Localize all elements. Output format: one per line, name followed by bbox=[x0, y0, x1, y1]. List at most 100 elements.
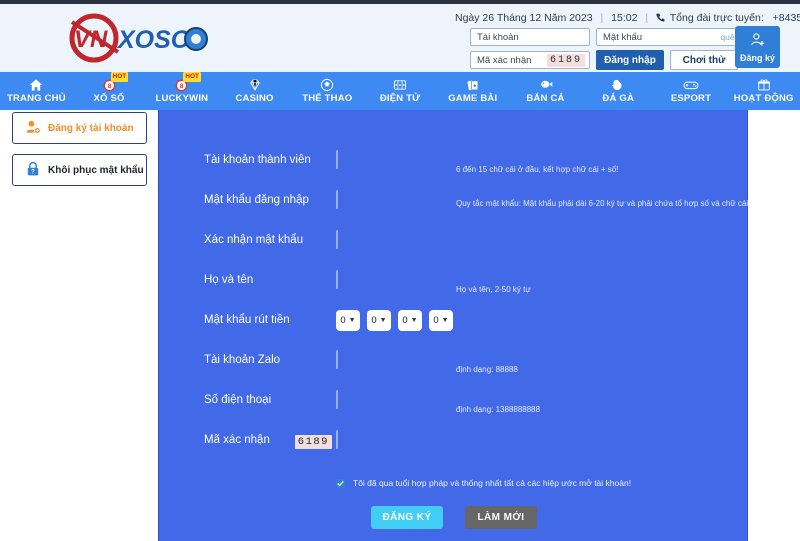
main-navigation: TRANG CHỦ HOT 8 XỔ SỐ HOT 8 LUCKYWIN CAS… bbox=[0, 72, 800, 110]
form-label: Tài khoản thành viên bbox=[204, 154, 311, 166]
site-logo[interactable]: VN XOSO bbox=[60, 12, 220, 64]
header-register-label: Đăng ký bbox=[739, 52, 775, 63]
header-info-bar: Ngày 26 Tháng 12 Năm 2023 | 15:02 | Tổng… bbox=[455, 12, 800, 24]
current-time: 15:02 bbox=[611, 12, 638, 24]
pin-digit-value: 0 bbox=[433, 314, 439, 326]
svg-text:VN: VN bbox=[74, 26, 108, 53]
username-input[interactable] bbox=[336, 150, 338, 169]
captcha-input[interactable]: 6189 bbox=[294, 430, 338, 449]
nav-item-casino[interactable]: CASINO bbox=[218, 72, 291, 110]
nav-item-luckywin[interactable]: HOT 8 LUCKYWIN bbox=[145, 72, 218, 110]
page-root: VN XOSO Ngày 26 Tháng 12 Năm 2023 | 15:0… bbox=[0, 0, 800, 541]
submit-register-button[interactable]: ĐĂNG KÝ bbox=[371, 506, 443, 529]
form-label: Họ và tên bbox=[204, 274, 254, 286]
nav-item-the-thao[interactable]: THỂ THAO bbox=[291, 72, 364, 110]
captcha-image[interactable]: 6189 bbox=[294, 435, 332, 449]
nav-item-esport[interactable]: ESPORT bbox=[655, 72, 728, 110]
nav-item-ban-ca[interactable]: BẮN CÁ bbox=[509, 72, 582, 110]
pin-digit-select-3[interactable]: 0 ▼ bbox=[398, 309, 422, 331]
rooster-icon bbox=[611, 78, 625, 92]
nav-label: LUCKYWIN bbox=[155, 93, 209, 104]
terms-checkbox[interactable] bbox=[336, 478, 345, 488]
password-input-placeholder: Mật khẩu bbox=[603, 31, 643, 43]
nav-label: XỔ SỐ bbox=[93, 93, 125, 104]
login-button[interactable]: Đăng nhập bbox=[596, 50, 664, 70]
account-input-placeholder: Tài khoản bbox=[477, 31, 519, 43]
header-login-row-2: Mã xác nhận 6189 Đăng nhập Chơi thử bbox=[470, 50, 751, 70]
nav-item-dien-tu[interactable]: ĐIỆN TỬ bbox=[364, 72, 437, 110]
terms-agreement-label: Tôi đã qua tuổi hợp pháp và thống nhất t… bbox=[353, 478, 632, 488]
nav-item-trang-chu[interactable]: TRANG CHỦ bbox=[0, 72, 73, 110]
phone-input[interactable] bbox=[336, 390, 338, 409]
svg-text:XOSO: XOSO bbox=[116, 26, 191, 54]
header-login-form: Tài khoản Mật khẩu quên? Mã xác nhận 618… bbox=[470, 28, 751, 74]
nav-item-game-bai[interactable]: GAME BÀI bbox=[436, 72, 509, 110]
form-label: Tài khoản Zalo bbox=[204, 354, 281, 366]
form-hint: định dạng: 88888 bbox=[456, 365, 518, 374]
chevron-down-icon: ▼ bbox=[410, 316, 418, 324]
soccer-ball-icon bbox=[320, 78, 334, 92]
fullname-input[interactable] bbox=[336, 270, 338, 289]
header-captcha-image[interactable]: 6189 bbox=[546, 54, 585, 67]
gamepad-icon bbox=[683, 78, 699, 92]
sidebar: Đăng ký tài khoản ? Khôi phục mật khẩu bbox=[0, 110, 158, 541]
account-input[interactable]: Tài khoản bbox=[470, 28, 590, 46]
reset-form-button[interactable]: LÀM MỚI bbox=[465, 506, 537, 529]
hot-badge: HOT bbox=[110, 72, 129, 82]
pin-digit-select-1[interactable]: 0 ▼ bbox=[336, 309, 360, 331]
nav-label: ESPORT bbox=[670, 93, 712, 104]
form-hint: Quy tắc mật khẩu: Mật khẩu phải dài 6-20… bbox=[456, 199, 749, 208]
slot-machine-icon bbox=[393, 78, 407, 92]
nav-label: THỂ THAO bbox=[302, 93, 353, 104]
home-icon bbox=[29, 78, 43, 92]
svg-text:8: 8 bbox=[180, 83, 184, 90]
pin-digit-select-2[interactable]: 0 ▼ bbox=[367, 309, 391, 331]
current-date: Ngày 26 Tháng 12 Năm 2023 bbox=[455, 12, 593, 24]
chevron-down-icon: ▼ bbox=[441, 316, 449, 324]
chevron-down-icon: ▼ bbox=[348, 316, 356, 324]
sidebar-item-label: Đăng ký tài khoản bbox=[48, 122, 134, 134]
registration-panel: Tài khoản thành viên 6 đến 15 chữ cái ở … bbox=[158, 110, 748, 541]
confirm-password-field[interactable] bbox=[336, 230, 338, 249]
pin-digit-value: 0 bbox=[402, 314, 408, 326]
form-hint: định dạng: 1388888888 bbox=[456, 405, 541, 414]
phone-icon bbox=[656, 13, 665, 25]
svg-text:?: ? bbox=[31, 169, 35, 175]
pin-digit-select-4[interactable]: 0 ▼ bbox=[429, 309, 453, 331]
info-separator-2: | bbox=[645, 12, 649, 24]
header-captcha-placeholder: Mã xác nhận bbox=[477, 54, 532, 66]
nav-item-da-ga[interactable]: ĐÁ GÀ bbox=[582, 72, 655, 110]
user-plus-icon bbox=[25, 119, 41, 138]
withdraw-pin-group: 0 ▼ 0 ▼ 0 ▼ 0 ▼ bbox=[336, 309, 453, 331]
form-label: Xác nhận mật khẩu bbox=[204, 234, 304, 246]
sidebar-item-khoi-phuc-mat-khau[interactable]: ? Khôi phục mật khẩu bbox=[12, 154, 147, 186]
info-separator-1: | bbox=[600, 12, 604, 24]
playing-cards-icon bbox=[466, 78, 480, 92]
nav-label: GAME BÀI bbox=[448, 93, 498, 104]
form-label: Mật khẩu rút tiền bbox=[204, 314, 290, 326]
nav-item-xo-so[interactable]: HOT 8 XỔ SỐ bbox=[73, 72, 146, 110]
header-login-row-1: Tài khoản Mật khẩu quên? bbox=[470, 28, 751, 46]
site-header: VN XOSO Ngày 26 Tháng 12 Năm 2023 | 15:0… bbox=[0, 4, 800, 72]
sidebar-item-dang-ky-tai-khoan[interactable]: Đăng ký tài khoản bbox=[12, 112, 147, 144]
fish-icon bbox=[539, 78, 553, 92]
gift-icon bbox=[757, 78, 771, 92]
content-area: Đăng ký tài khoản ? Khôi phục mật khẩu T… bbox=[0, 110, 800, 541]
password-field[interactable] bbox=[336, 190, 338, 209]
password-input[interactable]: Mật khẩu quên? bbox=[596, 28, 751, 46]
terms-agreement-row: Tôi đã qua tuổi hợp pháp và thống nhất t… bbox=[159, 478, 749, 488]
zalo-input[interactable] bbox=[336, 350, 338, 369]
diamond-icon bbox=[248, 78, 262, 92]
header-register-button[interactable]: Đăng ký bbox=[735, 26, 780, 68]
nav-label: ĐÁ GÀ bbox=[602, 93, 635, 104]
demo-play-button[interactable]: Chơi thử bbox=[670, 50, 738, 70]
svg-text:8: 8 bbox=[107, 83, 111, 90]
hotline-number: +84355558888 bbox=[772, 12, 800, 24]
sidebar-item-label: Khôi phục mật khẩu bbox=[48, 164, 144, 176]
chevron-down-icon: ▼ bbox=[379, 316, 387, 324]
form-actions: ĐĂNG KÝ LÀM MỚI bbox=[159, 506, 749, 529]
nav-item-hoat-dong[interactable]: HOẠT ĐỘNG bbox=[727, 72, 800, 110]
header-captcha-input[interactable]: Mã xác nhận 6189 bbox=[470, 51, 590, 69]
form-hint: Họ và tên, 2-50 ký tự bbox=[456, 285, 531, 294]
form-label: Mật khẩu đăng nhập bbox=[204, 194, 309, 206]
